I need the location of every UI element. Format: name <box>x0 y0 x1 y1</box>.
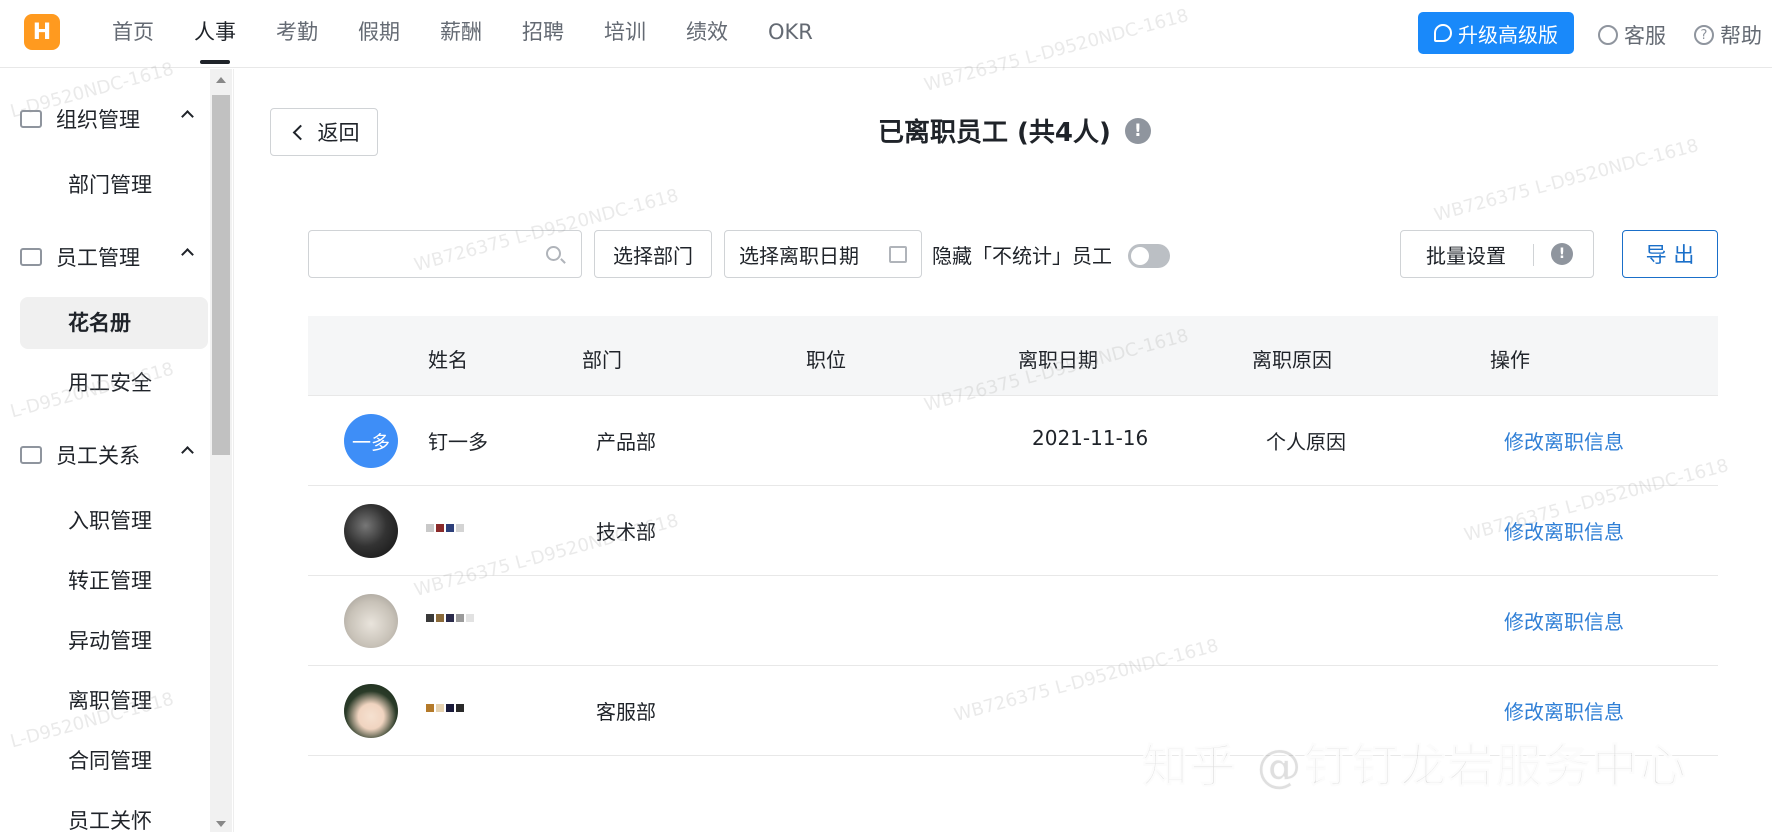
search-icon <box>546 246 561 261</box>
employee-department: 技术部 <box>596 520 656 544</box>
employee-folder-icon <box>20 248 42 266</box>
chevron-left-icon <box>292 124 308 140</box>
relation-icon <box>20 446 42 464</box>
column-header-reason: 离职原因 <box>1252 348 1332 372</box>
table-row: 修改离职信息 <box>308 576 1718 666</box>
date-select-label: 选择离职日期 <box>739 243 859 268</box>
avatar[interactable] <box>344 684 398 738</box>
nav-attendance[interactable]: 考勤 <box>256 0 338 68</box>
column-header-department: 部门 <box>582 348 622 372</box>
department-select-label: 选择部门 <box>613 243 693 268</box>
calendar-icon <box>889 246 907 263</box>
headset-icon <box>1598 25 1618 45</box>
nav-okr[interactable]: OKR <box>748 0 833 68</box>
column-header-position: 职位 <box>806 348 846 372</box>
sidebar-group-employee[interactable]: 员工管理 <box>20 237 200 277</box>
help-label: 帮助 <box>1720 24 1762 48</box>
help-link[interactable]: ? 帮助 <box>1694 20 1762 50</box>
chevron-up-icon <box>181 110 194 123</box>
nav-training[interactable]: 培训 <box>584 0 666 68</box>
employee-department: 产品部 <box>596 430 656 454</box>
upgrade-label: 升级高级版 <box>1458 22 1558 47</box>
back-label: 返回 <box>317 121 360 145</box>
avatar[interactable] <box>344 504 398 558</box>
back-button[interactable]: 返回 <box>270 108 378 156</box>
resign-reason: 个人原因 <box>1266 430 1346 454</box>
employee-name-redacted <box>426 614 474 634</box>
scroll-down-arrow-icon[interactable] <box>216 821 226 827</box>
customer-service-link[interactable]: 客服 <box>1598 20 1666 50</box>
nav-performance[interactable]: 绩效 <box>666 0 748 68</box>
department-select[interactable]: 选择部门 <box>594 230 712 278</box>
page-title-text: 已离职员工 (共4人) <box>878 118 1111 148</box>
hide-uncounted-toggle[interactable] <box>1128 244 1170 268</box>
info-icon[interactable]: ! <box>1124 117 1151 144</box>
avatar[interactable]: 一多 <box>344 414 398 468</box>
edit-resign-info-link[interactable]: 修改离职信息 <box>1504 516 1624 545</box>
sidebar-item-care[interactable]: 员工关怀 <box>20 795 208 832</box>
sidebar-item-safety[interactable]: 用工安全 <box>20 357 208 409</box>
sidebar-group-org[interactable]: 组织管理 <box>20 99 200 139</box>
resign-date: 2021-11-16 <box>1032 426 1149 450</box>
main-nav: 首页 人事 考勤 假期 薪酬 招聘 培训 绩效 OKR <box>92 0 833 68</box>
nav-hr[interactable]: 人事 <box>174 0 256 68</box>
avatar[interactable] <box>344 594 398 648</box>
resign-date-select[interactable]: 选择离职日期 <box>724 230 922 278</box>
app-logo[interactable]: H <box>24 14 60 50</box>
employee-name: 钉一多 <box>428 430 488 454</box>
divider <box>1533 244 1534 266</box>
export-button[interactable]: 导 出 <box>1622 230 1718 278</box>
batch-settings-label: 批量设置 <box>1426 243 1506 268</box>
sidebar: 组织管理 部门管理 员工管理 花名册 用工安全 员工关系 入职管理 转正管理 异… <box>0 69 234 832</box>
batch-settings-button[interactable]: 批量设置 ! <box>1400 230 1594 278</box>
group-label: 组织管理 <box>56 108 140 132</box>
chat-bubble-icon <box>1434 24 1452 42</box>
info-icon[interactable]: ! <box>1551 243 1573 265</box>
page-title: 已离职员工 (共4人) ! <box>878 112 1151 149</box>
table-header: 姓名 部门 职位 离职日期 离职原因 操作 <box>308 316 1718 396</box>
group-label: 员工关系 <box>56 444 140 468</box>
nav-recruit[interactable]: 招聘 <box>502 0 584 68</box>
sidebar-group-relation[interactable]: 员工关系 <box>20 435 200 475</box>
chevron-up-icon <box>181 446 194 459</box>
sidebar-scrollbar[interactable] <box>210 69 232 832</box>
sidebar-item-resignation[interactable]: 离职管理 <box>20 675 208 727</box>
scroll-up-arrow-icon[interactable] <box>216 77 226 83</box>
service-label: 客服 <box>1624 24 1666 48</box>
chevron-up-icon <box>181 248 194 261</box>
sidebar-item-transfer[interactable]: 异动管理 <box>20 615 208 667</box>
hide-uncounted-label: 隐藏「不统计」员工 <box>932 244 1112 268</box>
top-navigation-bar: H 首页 人事 考勤 假期 薪酬 招聘 培训 绩效 OKR 升级高级版 客服 ?… <box>0 0 1772 68</box>
column-header-actions: 操作 <box>1490 348 1530 372</box>
employee-department: 客服部 <box>596 700 656 724</box>
org-chart-icon <box>20 110 42 128</box>
table-row: 一多 钉一多 产品部 2021-11-16 个人原因 修改离职信息 <box>308 396 1718 486</box>
resigned-employee-table: 姓名 部门 职位 离职日期 离职原因 操作 一多 钉一多 产品部 2021-11… <box>308 316 1718 756</box>
edit-resign-info-link[interactable]: 修改离职信息 <box>1504 606 1624 635</box>
edit-resign-info-link[interactable]: 修改离职信息 <box>1504 696 1624 725</box>
question-circle-icon: ? <box>1694 25 1714 45</box>
employee-name-redacted <box>426 704 464 724</box>
table-row: 技术部 修改离职信息 <box>308 486 1718 576</box>
edit-resign-info-link[interactable]: 修改离职信息 <box>1504 426 1624 455</box>
employee-name-redacted <box>426 524 464 544</box>
toggle-knob <box>1131 247 1149 265</box>
upgrade-button[interactable]: 升级高级版 <box>1418 12 1574 54</box>
brand-watermark: 知乎 @钉钉龙岩服务中心 <box>1141 738 1689 794</box>
sidebar-item-onboarding[interactable]: 入职管理 <box>20 495 208 547</box>
nav-home[interactable]: 首页 <box>92 0 174 68</box>
sidebar-item-contract[interactable]: 合同管理 <box>20 735 208 787</box>
nav-leave[interactable]: 假期 <box>338 0 420 68</box>
watermark: WB726375 L-D9520NDC-1618 <box>1431 135 1701 226</box>
sidebar-item-department[interactable]: 部门管理 <box>20 159 208 211</box>
sidebar-item-roster[interactable]: 花名册 <box>20 297 208 349</box>
column-header-name: 姓名 <box>428 348 468 372</box>
sidebar-item-regularization[interactable]: 转正管理 <box>20 555 208 607</box>
scrollbar-thumb[interactable] <box>212 95 230 455</box>
group-label: 员工管理 <box>56 246 140 270</box>
search-input[interactable] <box>308 230 582 278</box>
nav-salary[interactable]: 薪酬 <box>420 0 502 68</box>
column-header-resign-date: 离职日期 <box>1018 348 1098 372</box>
